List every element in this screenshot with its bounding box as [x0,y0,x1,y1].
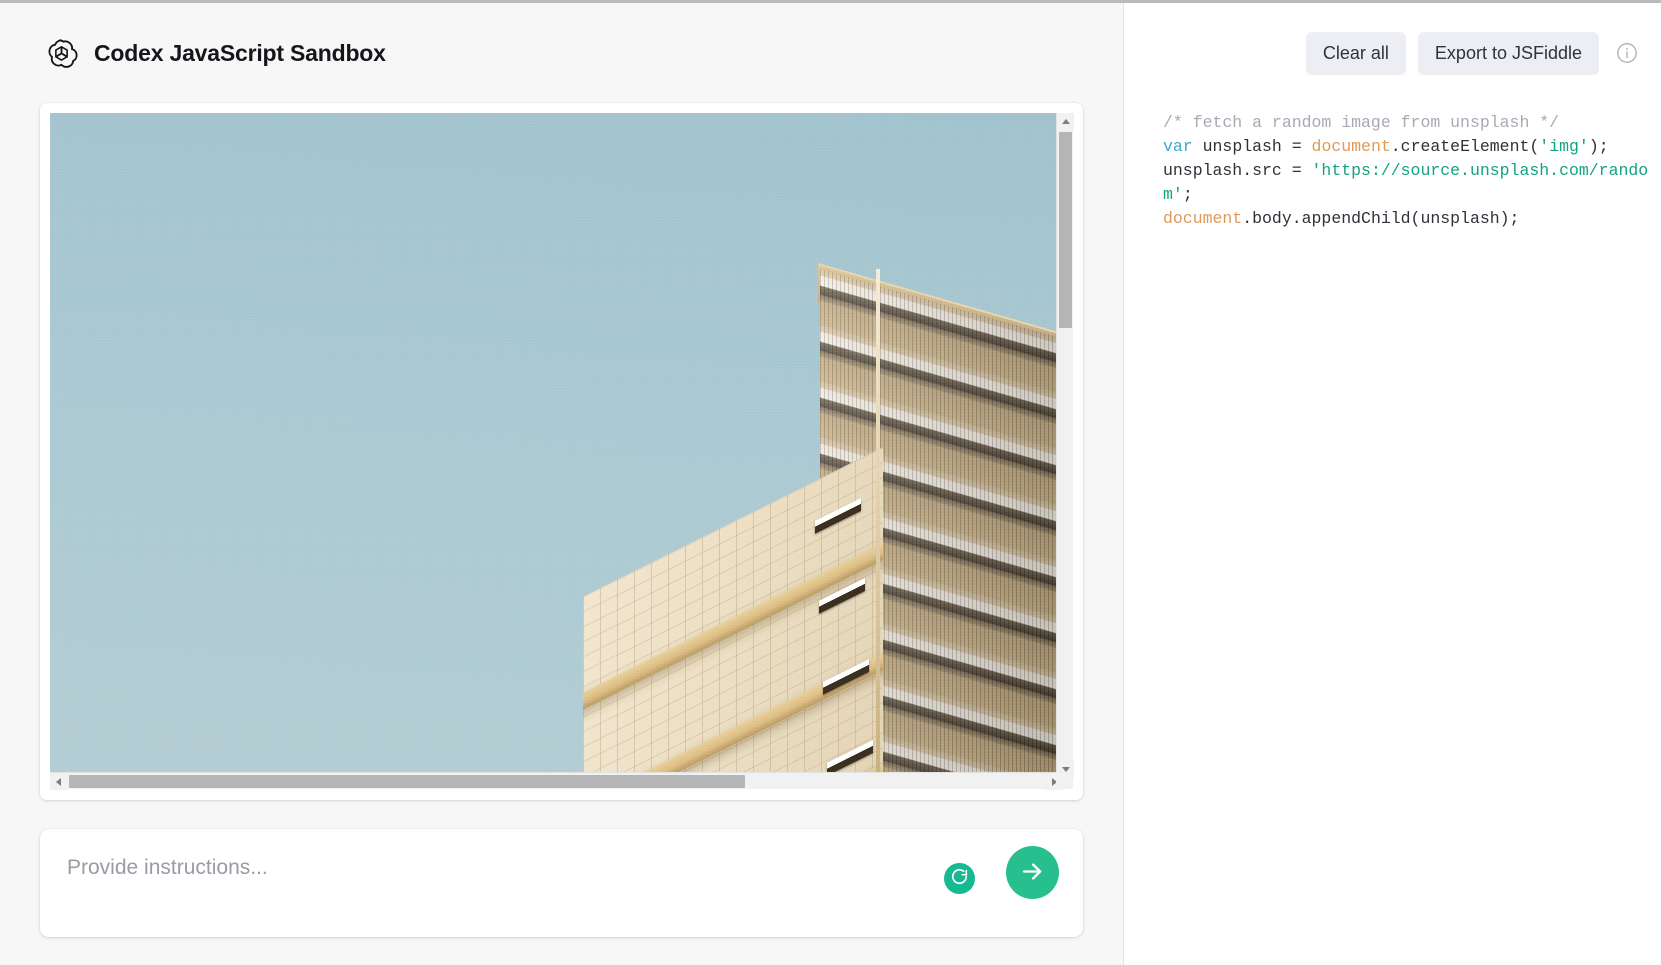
prompt-bar [40,829,1083,937]
info-circle-icon[interactable] [1615,41,1639,65]
code-token-comment: /* fetch a random image from unsplash */ [1163,113,1559,132]
code-token-plain: ); [1589,137,1609,156]
code-content[interactable]: /* fetch a random image from unsplash */… [1163,111,1651,231]
submit-button[interactable] [1006,846,1059,899]
regenerate-button[interactable] [944,863,975,894]
code-token-plain: unsplash.src = [1163,161,1312,180]
app-window: Codex JavaScript Sandbox [0,0,1661,965]
preview-panel: Codex JavaScript Sandbox [0,3,1123,965]
code-token-plain: .body.appendChild(unsplash); [1242,209,1519,228]
editor-toolbar: Clear all Export to JSFiddle [1124,3,1661,103]
preview-viewport [50,113,1063,778]
clear-all-button[interactable]: Clear all [1306,32,1406,75]
openai-logo-icon [45,37,78,70]
prompt-actions [944,857,1059,899]
arrow-right-icon [1019,858,1046,888]
code-line: var unsplash = document.createElement('i… [1163,135,1651,159]
code-line: document.body.appendChild(unsplash); [1163,207,1651,231]
preview-horizontal-scrollbar[interactable] [50,772,1063,789]
page-title: Codex JavaScript Sandbox [94,40,386,67]
code-token-global: document [1163,209,1242,228]
code-token-keyword: var [1163,137,1193,156]
code-line: /* fetch a random image from unsplash */ [1163,111,1651,135]
app-header: Codex JavaScript Sandbox [40,3,1083,103]
unsplash-random-image [50,113,1063,778]
chevron-up-icon [1062,119,1070,124]
building-tiled-face [583,447,883,778]
scroll-up-button[interactable] [1057,113,1074,130]
code-line: unsplash.src = 'https://source.unsplash.… [1163,159,1651,207]
code-token-global: document [1312,137,1391,156]
export-to-jsfiddle-button[interactable]: Export to JSFiddle [1418,32,1599,75]
vertical-scroll-thumb[interactable] [1059,132,1072,328]
code-token-plain: unsplash = [1193,137,1312,156]
scroll-left-button[interactable] [50,773,67,790]
chevron-left-icon [56,778,61,786]
rotate-refresh-icon [950,867,969,889]
instructions-input[interactable] [40,829,860,880]
editor-panel: Clear all Export to JSFiddle /* fetch a … [1123,3,1661,965]
building-corner-edge [876,269,880,778]
code-editor[interactable]: /* fetch a random image from unsplash */… [1124,103,1661,965]
preview-card [40,103,1083,800]
preview-vertical-scrollbar[interactable] [1056,113,1073,778]
code-token-string: 'img' [1539,137,1589,156]
scrollbar-corner [1056,772,1073,789]
code-token-plain: .createElement( [1391,137,1540,156]
horizontal-scroll-thumb[interactable] [69,775,745,788]
code-token-plain: ; [1183,185,1193,204]
